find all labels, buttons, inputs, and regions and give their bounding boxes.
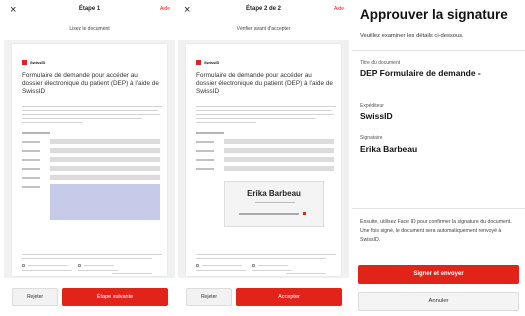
document-title: Formulaire de demande pour accéder au do… [22,72,159,95]
step-subtitle: Lisez le document [69,26,110,32]
text-line [196,110,332,111]
field-label [22,186,40,188]
page-subtitle: Veuillez examiner les détails ci-dessous… [360,33,464,39]
form-field [224,148,334,153]
step-title: Étape 1 [78,6,101,12]
brand-name: SwissID [30,60,46,65]
text-line [84,265,114,266]
brand: SwissID [196,60,219,65]
text-line [22,114,160,115]
field-label [196,159,214,161]
page-title: Approuver la signature [360,7,508,22]
checkbox-icon [78,264,81,267]
header: × Étape 2 de 2 Aide Vérifier avant d'acc… [178,0,349,40]
text-line [22,270,72,271]
help-link[interactable]: Aide [334,6,344,12]
section-heading [22,132,50,134]
sender-value: SwissID [360,111,393,121]
text-line [202,265,242,266]
header: × Étape 1 Aide Lisez le document [4,0,175,40]
signature-date-line [255,202,295,203]
sender-label: Expéditeur [360,103,384,109]
text-line [22,254,162,255]
form-field [50,175,160,180]
form-field [224,157,334,162]
text-line [22,118,142,119]
form-field [50,148,160,153]
text-line [196,254,336,255]
brand-name: SwissID [204,60,220,65]
brand: SwissID [22,60,45,65]
doc-title-label: Titre du document [360,60,401,66]
text-line [196,106,336,107]
reject-button[interactable]: Rejeter [186,288,232,306]
text-line [28,265,68,266]
step-subtitle: Vérifier avant d'accepter [236,26,291,32]
signature-block: Erika Barbeau [224,181,324,227]
signature-field-highlight[interactable] [50,184,160,220]
accept-button[interactable]: Accepter [236,288,342,306]
face-id-info: Ensuite, utilisez Face ID pour confirmer… [360,219,512,243]
step-title: Étape 2 de 2 [245,6,281,12]
signature-footer-line [239,213,299,215]
text-line [78,270,118,271]
text-line [22,110,158,111]
action-bar: Rejeter Étape suivante [4,278,175,316]
text-line [196,270,246,271]
screen-step-1: × Étape 1 Aide Lisez le document SwissID… [4,0,175,316]
document-preview[interactable]: SwissID Formulaire de demande pour accéd… [12,44,167,276]
text-line [258,265,288,266]
text-line [252,270,292,271]
text-line [196,118,316,119]
field-label [196,141,214,143]
form-field [50,139,160,144]
section-heading [196,132,224,134]
checkbox-icon [196,264,199,267]
text-line [22,106,162,107]
cancel-button[interactable]: Annuler [358,292,519,311]
field-label [22,141,40,143]
checkbox-icon [252,264,255,267]
swissid-logo-icon [22,60,27,65]
swissid-seal-icon [303,212,306,215]
text-line [286,273,326,274]
document-preview[interactable]: SwissID Formulaire de demande pour accéd… [186,44,341,276]
text-line [22,258,152,259]
document-title: Formulaire de demande pour accéder au do… [196,72,333,95]
checkbox-icon [22,264,25,267]
signatory-value: Erika Barbeau [360,144,418,154]
reject-button[interactable]: Rejeter [12,288,58,306]
doc-title-value: DEP Formulaire de demande - [360,68,481,78]
sign-and-send-button[interactable]: Signer et envoyer [358,265,519,284]
text-line [196,258,326,259]
action-bar: Rejeter Accepter [178,278,349,316]
field-label [22,150,40,152]
form-field [224,139,334,144]
swissid-logo-icon [196,60,201,65]
divider [352,208,525,209]
form-field [224,166,334,171]
signature-name: Erika Barbeau [247,189,301,198]
screen-approve-signature: Approuver la signature Veuillez examiner… [352,0,525,316]
divider [352,50,525,51]
field-label [22,168,40,170]
field-label [196,168,214,170]
field-label [22,159,40,161]
text-line [196,122,256,123]
signatory-label: Signataire [360,135,383,141]
field-label [22,177,40,179]
form-field [50,166,160,171]
text-line [112,273,152,274]
text-line [196,114,334,115]
next-step-button[interactable]: Étape suivante [62,288,168,306]
form-field [50,157,160,162]
help-link[interactable]: Aide [160,6,170,12]
field-label [196,150,214,152]
text-line [22,122,82,123]
screen-step-2: × Étape 2 de 2 Aide Vérifier avant d'acc… [178,0,349,316]
